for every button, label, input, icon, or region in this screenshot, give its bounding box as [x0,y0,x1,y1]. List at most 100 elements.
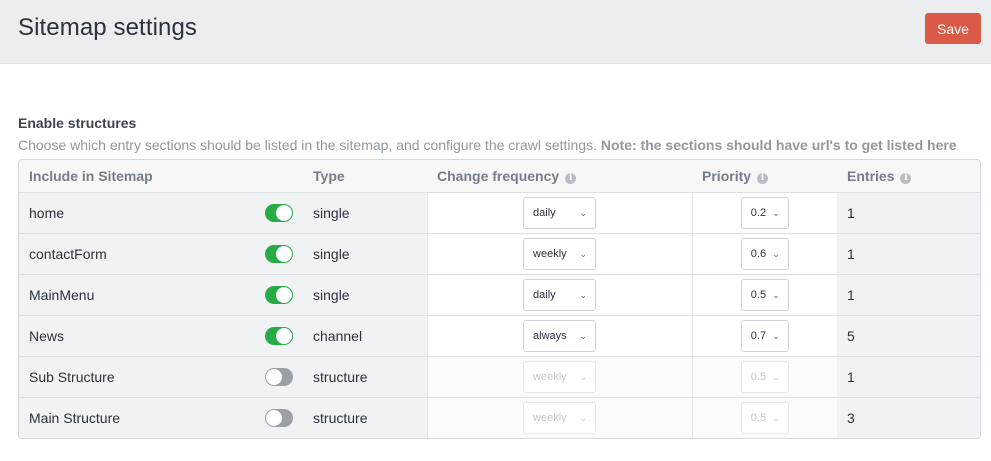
include-toggle[interactable] [265,285,293,304]
priority-select[interactable]: 0.2 ⌄ [740,196,789,229]
include-toggle[interactable] [265,244,293,263]
include-toggle-cell [255,315,304,357]
include-toggle[interactable] [265,326,293,345]
priority-cell: 0.5 ⌄ [691,397,838,438]
page-title: Sitemap settings [18,14,198,41]
instructions-text: Choose which entry sections should be li… [18,137,597,153]
chevron-down-icon: ⌄ [579,289,588,300]
section-type: single [303,233,428,275]
priority-cell: 0.7 ⌄ [691,315,838,357]
priority-cell: 0.2 ⌄ [691,192,838,234]
info-icon[interactable]: i [565,172,577,184]
table-row: Main Structure structure weekly ⌄ 0.5 ⌄ 3 [19,397,980,438]
include-toggle-cell [255,397,304,438]
instructions-note: Note: the sections should have url's to … [600,137,957,153]
entries-count: 3 [837,397,980,438]
field-instructions: Choose which entry sections should be li… [18,137,981,153]
priority-select[interactable]: 0.7 ⌄ [740,319,789,352]
chevron-down-icon: ⌄ [579,371,588,382]
include-toggle-cell [255,274,304,316]
column-header-priority: Priority i [692,160,838,193]
info-icon[interactable]: i [900,172,912,184]
info-icon[interactable]: i [757,172,769,184]
toggle-knob [276,327,292,344]
table-row: Sub Structure structure weekly ⌄ 0.5 ⌄ 1 [19,356,980,398]
chevron-down-icon: ⌄ [772,248,780,259]
include-toggle[interactable] [265,367,293,386]
chevron-down-icon: ⌄ [579,248,588,259]
entries-count: 1 [837,274,980,316]
chevron-down-icon: ⌄ [772,207,780,218]
frequency-value: weekly [533,247,567,260]
frequency-cell: weekly ⌄ [426,397,693,438]
section-name: Main Structure [19,397,255,438]
column-header-entries: Entries i [837,160,980,193]
chevron-down-icon: ⌄ [772,289,780,300]
section-name: contactForm [19,233,255,275]
toggle-knob [266,368,282,385]
frequency-select[interactable]: always ⌄ [523,319,597,352]
priority-value: 0.7 [750,329,767,342]
toggle-knob [276,245,292,262]
structures-table: Include in Sitemap Type Change frequency… [18,159,981,439]
section-name: Sub Structure [19,356,255,398]
page-header: Sitemap settings Save [0,0,991,64]
table-row: contactForm single weekly ⌄ 0.6 ⌄ 1 [19,233,980,275]
section-type: structure [303,356,428,398]
entries-count: 1 [837,192,980,234]
entries-count: 5 [837,315,980,357]
priority-cell: 0.6 ⌄ [691,233,838,275]
section-type: channel [303,315,428,357]
toggle-knob [276,204,292,221]
priority-value: 0.5 [750,370,767,383]
priority-select[interactable]: 0.5 ⌄ [740,278,789,311]
frequency-value: weekly [533,411,567,424]
priority-cell: 0.5 ⌄ [691,274,838,316]
frequency-select[interactable]: daily ⌄ [523,196,597,229]
section-type: single [303,192,428,234]
section-name: MainMenu [19,274,255,316]
column-header-frequency: Change frequency i [427,160,693,193]
priority-select: 0.5 ⌄ [740,360,789,393]
priority-value: 0.2 [750,206,767,219]
section-type: structure [303,397,428,438]
frequency-value: weekly [533,370,567,383]
table-header-row: Include in Sitemap Type Change frequency… [19,160,980,193]
frequency-cell: daily ⌄ [426,274,693,316]
section-name: home [19,192,255,234]
priority-value: 0.6 [750,247,767,260]
frequency-value: daily [533,288,556,301]
priority-value: 0.5 [750,288,767,301]
main-content: Enable structures Choose which entry sec… [0,64,991,439]
frequency-cell: weekly ⌄ [426,233,693,275]
chevron-down-icon: ⌄ [579,412,588,423]
priority-select: 0.5 ⌄ [740,401,789,434]
chevron-down-icon: ⌄ [772,330,780,341]
priority-cell: 0.5 ⌄ [691,356,838,398]
save-button[interactable]: Save [925,13,981,44]
include-toggle-cell [255,192,304,234]
frequency-cell: always ⌄ [426,315,693,357]
priority-value: 0.5 [750,411,767,424]
include-toggle-cell [255,233,304,275]
table-row: home single daily ⌄ 0.2 ⌄ 1 [19,192,980,234]
chevron-down-icon: ⌄ [579,330,588,341]
priority-select[interactable]: 0.6 ⌄ [740,237,789,270]
frequency-cell: weekly ⌄ [426,356,693,398]
column-header-include: Include in Sitemap [19,160,304,193]
frequency-select[interactable]: weekly ⌄ [523,237,597,270]
include-toggle-cell [255,356,304,398]
section-name: News [19,315,255,357]
include-toggle[interactable] [265,408,293,427]
frequency-select[interactable]: daily ⌄ [523,278,597,311]
entries-count: 1 [837,356,980,398]
chevron-down-icon: ⌄ [772,371,780,382]
include-toggle[interactable] [265,203,293,222]
chevron-down-icon: ⌄ [772,412,780,423]
toggle-knob [266,409,282,426]
table-row: News channel always ⌄ 0.7 ⌄ 5 [19,315,980,357]
toggle-knob [276,286,292,303]
frequency-value: daily [533,206,556,219]
chevron-down-icon: ⌄ [579,207,588,218]
frequency-select: weekly ⌄ [523,360,597,393]
